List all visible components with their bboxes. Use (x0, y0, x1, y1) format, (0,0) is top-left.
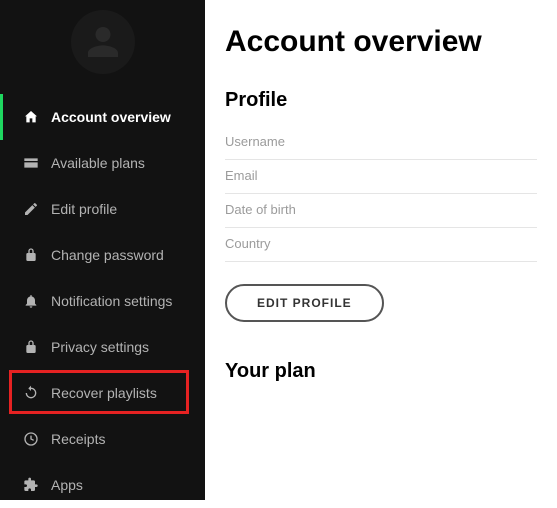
sidebar-item-available-plans[interactable]: Available plans (0, 140, 205, 186)
field-date-of-birth: Date of birth (225, 194, 537, 228)
sidebar-item-label: Receipts (51, 431, 195, 447)
field-country: Country (225, 228, 537, 262)
field-username: Username (225, 126, 537, 160)
sidebar-item-label: Recover playlists (51, 385, 195, 401)
main-content: Account overview Profile Username Email … (205, 0, 557, 500)
sidebar-item-change-password[interactable]: Change password (0, 232, 205, 278)
sidebar-item-edit-profile[interactable]: Edit profile (0, 186, 205, 232)
sidebar-item-apps[interactable]: Apps (0, 462, 205, 508)
sidebar-item-label: Available plans (51, 155, 195, 171)
sidebar-item-privacy-settings[interactable]: Privacy settings (0, 324, 205, 370)
card-icon (23, 155, 51, 171)
refresh-icon (23, 385, 51, 401)
sidebar-item-label: Notification settings (51, 293, 195, 309)
lock-icon (23, 247, 51, 263)
avatar[interactable] (71, 10, 135, 74)
sidebar-item-receipts[interactable]: Receipts (0, 416, 205, 462)
field-email: Email (225, 160, 537, 194)
sidebar-item-label: Privacy settings (51, 339, 195, 355)
bell-icon (23, 293, 51, 309)
home-icon (23, 109, 51, 125)
edit-profile-button[interactable]: EDIT PROFILE (225, 284, 384, 322)
profile-heading: Profile (225, 89, 537, 112)
page-title: Account overview (225, 25, 537, 59)
sidebar-item-label: Change password (51, 247, 195, 263)
puzzle-icon (23, 477, 51, 493)
sidebar-nav: Account overview Available plans Edit pr… (0, 94, 205, 508)
sidebar: Account overview Available plans Edit pr… (0, 0, 205, 500)
lock-icon (23, 339, 51, 355)
sidebar-item-account-overview[interactable]: Account overview (0, 94, 205, 140)
sidebar-item-label: Account overview (51, 109, 195, 125)
sidebar-item-recover-playlists[interactable]: Recover playlists (0, 370, 205, 416)
sidebar-item-label: Apps (51, 477, 195, 493)
sidebar-item-label: Edit profile (51, 201, 195, 217)
your-plan-heading: Your plan (225, 360, 537, 383)
avatar-icon (83, 22, 123, 62)
avatar-wrap (0, 0, 205, 94)
sidebar-item-notification-settings[interactable]: Notification settings (0, 278, 205, 324)
pencil-icon (23, 201, 51, 217)
clock-icon (23, 431, 51, 447)
